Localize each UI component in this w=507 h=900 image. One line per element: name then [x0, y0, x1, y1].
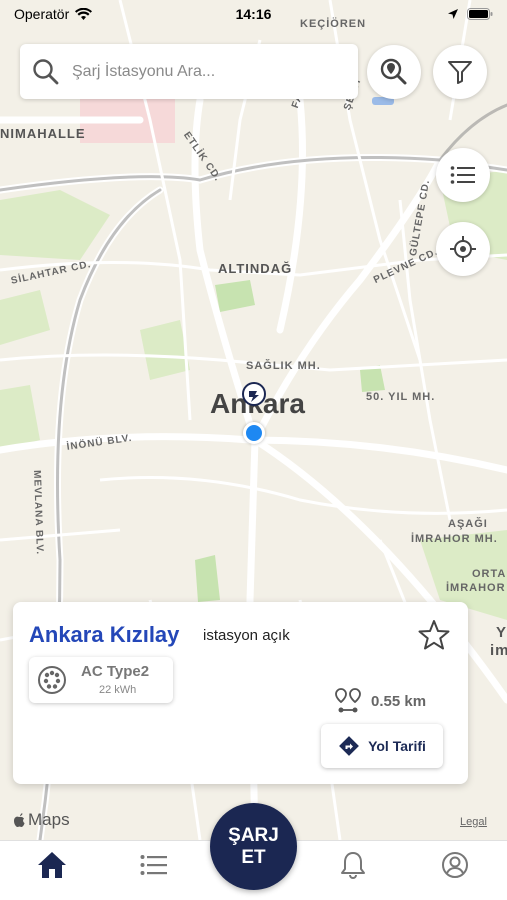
tab-profile[interactable]	[435, 847, 475, 883]
legal-link[interactable]: Legal	[460, 816, 487, 828]
charge-button-line1: ŞARJ	[228, 824, 279, 846]
tab-notifications[interactable]	[333, 847, 373, 883]
wifi-icon	[75, 7, 93, 20]
tab-list[interactable]	[134, 847, 174, 883]
map-label-nimahalle: NIMAHALLE	[0, 126, 86, 141]
map-label-edge-im: im	[490, 642, 507, 659]
map-label-edge-y: Y	[496, 624, 507, 641]
map-label-asagi: AŞAĞI	[448, 518, 488, 530]
my-location-button[interactable]	[436, 222, 490, 276]
location-search-button[interactable]	[367, 45, 421, 99]
home-icon	[38, 852, 66, 878]
charge-button-line2: ET	[241, 846, 266, 868]
directions-icon	[339, 736, 359, 756]
station-status: istasyon açık	[203, 627, 290, 644]
map-label-altindag: ALTINDAĞ	[218, 261, 293, 276]
filter-icon	[448, 61, 472, 84]
star-icon	[418, 620, 450, 650]
battery-icon	[467, 8, 493, 20]
charging-station-marker[interactable]	[239, 381, 269, 411]
charging-station-icon	[242, 382, 266, 406]
location-arrow-icon	[448, 9, 458, 19]
filter-button[interactable]	[433, 45, 487, 99]
map-label-imrahor: İMRAHOR	[446, 582, 506, 594]
bell-icon	[341, 852, 365, 879]
search-bar[interactable]: Şarj İstasyonu Ara...	[20, 44, 358, 99]
status-bar: Operatör 14:16	[0, 0, 507, 28]
status-time: 14:16	[235, 6, 272, 22]
list-view-button[interactable]	[436, 148, 490, 202]
map-search-icon	[380, 58, 407, 85]
maps-text: Maps	[28, 810, 70, 829]
directions-button[interactable]: Yol Tarifi	[321, 724, 443, 768]
station-name: Ankara Kızılay	[29, 622, 180, 647]
apple-maps-attribution: Maps	[12, 810, 70, 830]
favorite-button[interactable]	[417, 618, 451, 652]
distance-info: 0.55 km	[335, 688, 426, 714]
connector-power: 22 kWh	[99, 684, 137, 696]
search-icon	[33, 58, 59, 84]
map-label-imrahor-mh: İMRAHOR MH.	[411, 533, 498, 545]
list-icon	[450, 166, 475, 184]
connector-type: AC Type2	[81, 663, 150, 680]
list-icon	[140, 855, 167, 875]
directions-label: Yol Tarifi	[368, 738, 426, 754]
charge-now-button[interactable]: ŞARJ ET	[210, 803, 297, 890]
carrier-name: Operatör	[14, 6, 70, 22]
station-card[interactable]: Ankara Kızılay istasyon açık AC Type2 22…	[13, 602, 468, 784]
map-label-saglik: SAĞLIK MH.	[246, 360, 321, 372]
connector-chip[interactable]: AC Type2 22 kWh	[29, 657, 173, 703]
map-label-orta: ORTA	[472, 568, 507, 580]
crosshair-icon	[450, 236, 476, 262]
user-profile-icon	[442, 852, 468, 878]
tab-home[interactable]	[32, 847, 72, 883]
user-location-dot	[243, 422, 265, 444]
distance-value: 0.55 km	[371, 692, 427, 710]
route-pins-icon	[335, 688, 361, 713]
search-placeholder: Şarj İstasyonu Ara...	[72, 62, 216, 80]
map-label-50-yil: 50. YIL MH.	[366, 391, 436, 403]
type2-plug-icon	[38, 666, 66, 694]
apple-logo-icon	[14, 813, 25, 827]
